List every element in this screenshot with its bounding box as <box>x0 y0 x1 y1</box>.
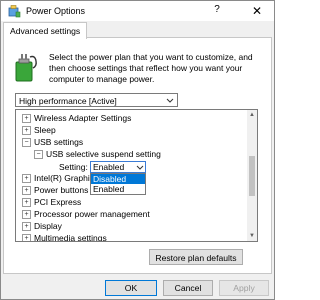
expand-icon[interactable]: + <box>22 222 31 231</box>
tree-item-label: Processor power management <box>34 209 150 219</box>
setting-label: Setting: <box>59 162 88 172</box>
expand-icon[interactable]: + <box>22 210 31 219</box>
chevron-down-icon <box>166 98 174 103</box>
plan-description: Select the power plan that you want to c… <box>49 52 253 84</box>
tree-item-sleep[interactable]: + Sleep <box>22 125 56 136</box>
tree-item-label: Multimedia settings <box>34 233 107 242</box>
option-disabled[interactable]: Disabled <box>91 174 145 184</box>
tree-item-wireless-adapter[interactable]: + Wireless Adapter Settings <box>22 113 131 124</box>
scroll-thumb[interactable] <box>249 156 255 196</box>
expand-icon[interactable]: + <box>22 126 31 135</box>
tree-item-pci-express[interactable]: + PCI Express <box>22 197 81 208</box>
expand-icon[interactable]: + <box>22 234 31 241</box>
tree-item-label: Sleep <box>34 125 56 135</box>
option-enabled[interactable]: Enabled <box>91 184 145 194</box>
power-plan-value: High performance [Active] <box>19 96 117 106</box>
window-title: Power Options <box>26 6 86 16</box>
tree-item-usb-selective-suspend[interactable]: − USB selective suspend setting <box>34 149 161 160</box>
apply-button[interactable]: Apply <box>219 280 269 296</box>
tree-item-label: PCI Express <box>34 197 82 207</box>
expand-icon[interactable]: + <box>22 186 31 195</box>
chevron-down-icon <box>136 165 144 170</box>
expand-icon[interactable]: + <box>22 174 31 183</box>
tree-item-display[interactable]: + Display <box>22 221 62 232</box>
power-options-icon <box>8 5 21 18</box>
tree-item-label: USB selective suspend setting <box>46 149 161 159</box>
battery-plug-icon <box>15 54 37 82</box>
help-button[interactable]: ? <box>210 4 224 18</box>
setting-dropdown-list: Disabled Enabled <box>90 173 146 195</box>
tree-scrollbar[interactable]: ▲ ▼ <box>247 110 257 241</box>
title-bar[interactable]: Power Options ? ✕ <box>1 1 274 21</box>
tree-item-usb-settings[interactable]: − USB settings <box>22 137 83 148</box>
restore-plan-defaults-button[interactable]: Restore plan defaults <box>149 249 243 265</box>
tree-item-processor-power[interactable]: + Processor power management <box>22 209 150 220</box>
tree-item-multimedia[interactable]: + Multimedia settings <box>22 233 107 242</box>
expand-icon[interactable]: + <box>22 114 31 123</box>
setting-value: Enabled <box>93 162 125 172</box>
scroll-down-arrow-icon[interactable]: ▼ <box>247 231 257 241</box>
cancel-button[interactable]: Cancel <box>163 280 213 296</box>
close-button[interactable]: ✕ <box>243 2 271 20</box>
ok-button[interactable]: OK <box>105 280 157 296</box>
tree-item-label: Wireless Adapter Settings <box>34 113 132 123</box>
power-options-window: Power Options ? ✕ Advanced settings Sele… <box>0 0 275 300</box>
collapse-icon[interactable]: − <box>34 150 43 159</box>
setting-value-select[interactable]: Enabled <box>90 161 146 173</box>
scroll-up-arrow-icon[interactable]: ▲ <box>247 110 257 120</box>
power-plan-select[interactable]: High performance [Active] <box>15 93 178 107</box>
expand-icon[interactable]: + <box>22 198 31 207</box>
tab-advanced-settings[interactable]: Advanced settings <box>3 22 88 39</box>
collapse-icon[interactable]: − <box>22 138 31 147</box>
tree-item-label: USB settings <box>34 137 84 147</box>
tree-item-label: Display <box>34 221 62 231</box>
